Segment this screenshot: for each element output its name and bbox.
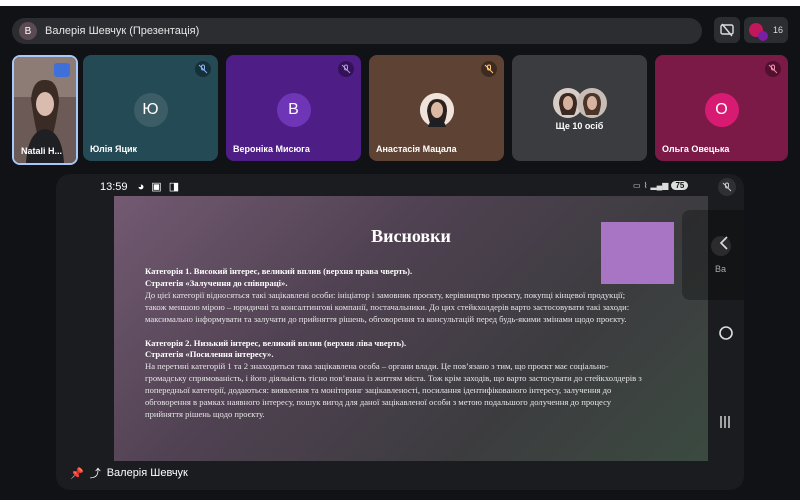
mic-off-icon <box>338 61 354 77</box>
presenter-bar[interactable]: В Валерія Шевчук (Презентація) <box>12 18 702 44</box>
presentation-slide: Висновки Категорія 1. Високий інтерес, в… <box>114 196 708 461</box>
pin-icon[interactable]: 📌 <box>70 467 84 480</box>
category-heading: Категорія 1. Високий інтерес, великий вп… <box>145 266 413 276</box>
participant-name: Юлія Яцик <box>90 144 138 154</box>
presenter-avatar: В <box>19 22 37 40</box>
slide-body: Категорія 1. Високий інтерес, великий вп… <box>145 266 645 433</box>
side-panel[interactable] <box>682 210 744 300</box>
presenter-label: 📌 ⤴ Валерія Шевчук <box>70 465 188 481</box>
participant-name: Анастасія Мацала <box>376 144 457 154</box>
group-avatars-image <box>553 88 607 118</box>
screen-share-off-button[interactable] <box>714 17 740 43</box>
slide-paragraph: Категорія 2. Низький інтерес, великий вп… <box>145 338 645 421</box>
back-icon <box>719 236 728 250</box>
signal-icon: ▂▄▆ <box>650 181 669 190</box>
slide-title: Висновки <box>371 226 451 246</box>
participant-name: Ольга Овецька <box>662 144 730 154</box>
slide-paragraph: Категорія 1. Високий інтерес, великий вп… <box>145 266 645 326</box>
presenter-title: Валерія Шевчук (Презентація) <box>45 25 200 37</box>
wifi-icon: ⌇ <box>643 181 648 190</box>
phone-status-bar: 13:59 ◕ ▣ ◨ <box>100 180 181 193</box>
participant-tile-group[interactable]: Ще 10 осіб <box>512 55 647 161</box>
participant-name: Natali H... <box>21 146 63 156</box>
mic-off-icon <box>481 61 497 77</box>
mic-off-icon <box>765 61 781 77</box>
participant-tile[interactable]: Ю Юлія Яцик <box>83 55 218 161</box>
participant-mini-avatar <box>749 23 768 41</box>
mic-off-icon <box>195 61 211 77</box>
participant-tile-self[interactable]: Natali H... <box>12 55 78 165</box>
participant-tile[interactable]: В Вероніка Мисюга <box>226 55 361 161</box>
side-panel-text: Ва <box>715 264 727 274</box>
phone-time: 13:59 <box>100 181 128 193</box>
cast-icon: ▭ <box>633 181 641 190</box>
screen-share-icon: ⤴ <box>89 468 101 480</box>
recents-icon <box>720 416 730 428</box>
presenter-name: Валерія Шевчук <box>106 467 188 479</box>
participants-count: 16 <box>773 25 784 35</box>
paragraph-body: До цієї категорії відносяться такі зацік… <box>145 289 630 324</box>
screen-share-off-icon <box>720 23 734 37</box>
status-icon-group: ◕ ▣ ◨ <box>137 181 182 193</box>
top-highlight <box>0 0 800 6</box>
participant-tile[interactable]: О Ольга Овецька <box>655 55 788 161</box>
more-participants-label: Ще 10 осіб <box>555 121 604 131</box>
battery-indicator: 75 <box>671 181 689 190</box>
participant-initial-avatar: В <box>276 93 311 127</box>
mic-off-icon <box>722 182 732 192</box>
strategy-heading: Стратегія «Залучення до співпраці». <box>145 277 288 288</box>
participants-button[interactable]: 16 <box>744 17 788 43</box>
participant-tile[interactable]: Анастасія Мацала <box>369 55 504 161</box>
home-icon <box>719 326 733 340</box>
strategy-heading: Стратегія «Посилення інтересу». <box>145 349 274 360</box>
participant-name: Вероніка Мисюга <box>233 144 310 154</box>
phone-status-icons: ▭ ⌇ ▂▄▆ 75 <box>633 181 689 190</box>
participant-initial-avatar: Ю <box>133 93 168 127</box>
participant-photo-avatar <box>419 93 454 127</box>
mute-button[interactable] <box>718 178 736 196</box>
back-button[interactable] <box>718 236 730 255</box>
participant-initial-avatar: О <box>704 93 739 127</box>
home-button[interactable] <box>718 325 734 346</box>
category-heading: Категорія 2. Низький інтерес, великий вп… <box>145 337 407 348</box>
paragraph-body: На перетині категорій 1 та 2 знаходиться… <box>145 361 642 419</box>
recents-button[interactable] <box>718 414 732 435</box>
